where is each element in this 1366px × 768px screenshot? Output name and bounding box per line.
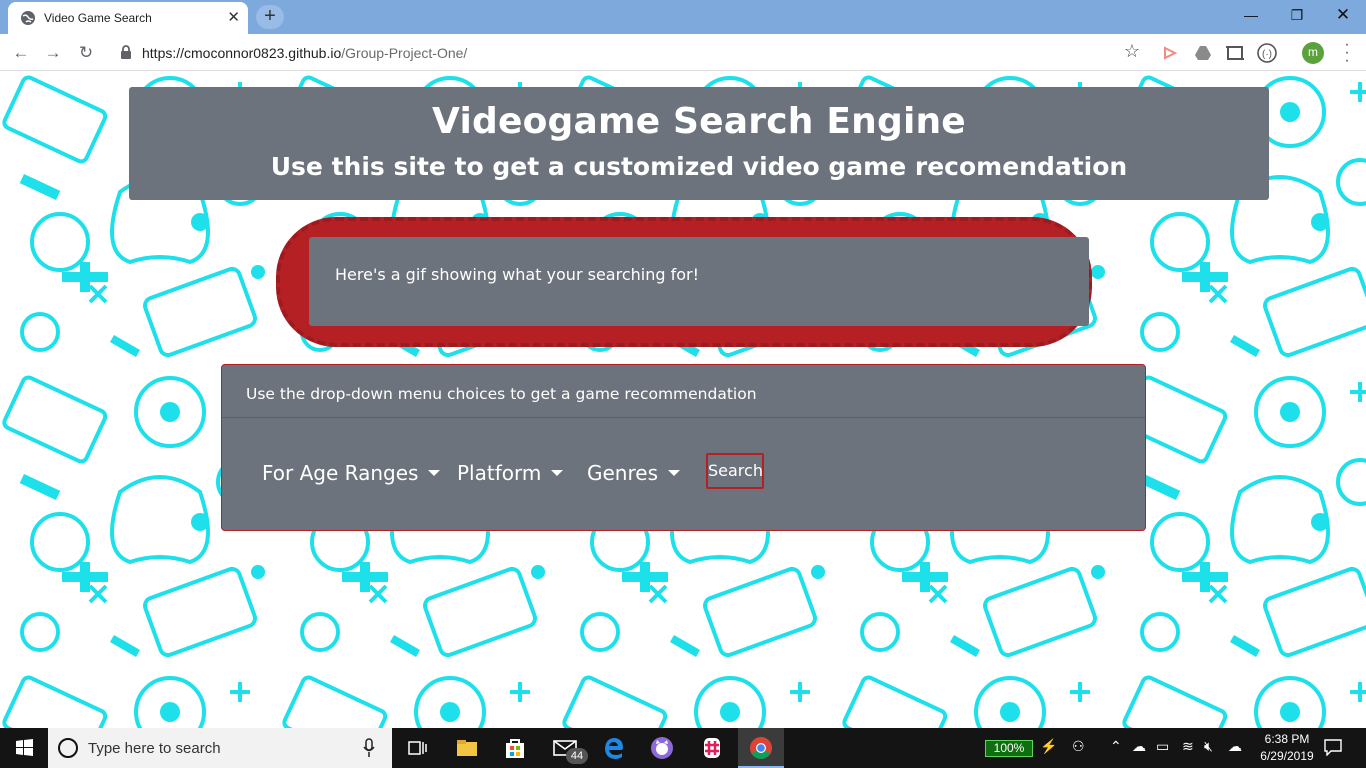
cortana-icon bbox=[58, 738, 78, 758]
lock-icon bbox=[121, 45, 131, 59]
clock[interactable]: 6:38 PM 6/29/2019 bbox=[1254, 731, 1320, 765]
slack-icon[interactable] bbox=[700, 736, 724, 760]
close-window-button[interactable]: ✕ bbox=[1320, 4, 1366, 26]
search-button[interactable]: Search bbox=[706, 453, 764, 489]
microphone-icon[interactable] bbox=[362, 738, 376, 758]
cast-extension-icon[interactable] bbox=[1160, 42, 1182, 64]
gif-panel: Here's a gif showing what your searching… bbox=[309, 237, 1089, 326]
taskbar-chrome-active[interactable] bbox=[738, 728, 784, 768]
clock-date: 6/29/2019 bbox=[1260, 749, 1314, 763]
page-viewport: Videogame Search Engine Use this site to… bbox=[0, 72, 1366, 728]
card-header: Use the drop-down menu choices to get a … bbox=[222, 365, 1145, 418]
url-path: /Group-Project-One/ bbox=[341, 45, 468, 61]
network-icon[interactable]: ▭ bbox=[1156, 738, 1169, 755]
notifications-icon[interactable] bbox=[1323, 738, 1343, 756]
chevron-up-icon[interactable]: ⌃ bbox=[1110, 738, 1122, 755]
age-range-dropdown[interactable]: For Age Ranges bbox=[262, 461, 441, 485]
mail-badge: 44 bbox=[566, 748, 588, 764]
age-range-label: For Age Ranges bbox=[262, 461, 419, 485]
taskbar-search-placeholder: Type here to search bbox=[88, 740, 221, 757]
people-icon[interactable]: ⚇ bbox=[1072, 738, 1085, 755]
task-view-icon[interactable] bbox=[405, 736, 429, 760]
screen: Video Game Search ✕ + — ❐ ✕ ← → ↻ https:… bbox=[0, 0, 1366, 768]
clock-time: 6:38 PM bbox=[1264, 732, 1310, 746]
search-card: Use the drop-down menu choices to get a … bbox=[221, 364, 1146, 531]
platform-dropdown[interactable]: Platform bbox=[457, 461, 564, 485]
windows-taskbar: Type here to search 44 100% ⚡ ⚇ ⌃ ☁ ▭ ≋ … bbox=[0, 728, 1366, 768]
platform-label: Platform bbox=[457, 461, 542, 485]
caret-down-icon bbox=[428, 470, 441, 476]
forward-arrow-icon[interactable]: → bbox=[40, 40, 66, 66]
gif-caption: Here's a gif showing what your searching… bbox=[335, 265, 699, 284]
url-text: https://cmoconnor0823.github.io/Group-Pr… bbox=[142, 45, 467, 61]
screenshot-extension-icon[interactable] bbox=[1224, 42, 1246, 64]
page-title: Videogame Search Engine bbox=[432, 101, 966, 142]
reload-icon[interactable]: ↻ bbox=[73, 40, 99, 66]
caret-down-icon bbox=[551, 470, 564, 476]
globe-icon bbox=[21, 11, 35, 25]
url-host: https://cmoconnor0823.github.io bbox=[142, 45, 342, 61]
drive-extension-icon[interactable] bbox=[1192, 42, 1214, 64]
power-plug-icon[interactable]: ⚡ bbox=[1040, 738, 1057, 755]
browser-toolbar: ← → ↻ https://cmoconnor0823.github.io/Gr… bbox=[0, 34, 1366, 71]
accessibility-extension-icon[interactable]: (·) bbox=[1256, 42, 1278, 64]
minimize-button[interactable]: — bbox=[1228, 4, 1274, 26]
volume-muted-icon[interactable]: 🔇︎ bbox=[1204, 738, 1213, 755]
restore-button[interactable]: ❐ bbox=[1274, 4, 1320, 26]
tab-strip: Video Game Search ✕ + — ❐ ✕ bbox=[0, 0, 1366, 34]
back-arrow-icon[interactable]: ← bbox=[8, 40, 34, 66]
svg-text:(·): (·) bbox=[1262, 49, 1272, 60]
address-bar[interactable]: https://cmoconnor0823.github.io/Group-Pr… bbox=[108, 38, 1148, 67]
caret-down-icon bbox=[668, 470, 680, 476]
browser-tab[interactable]: Video Game Search ✕ bbox=[8, 2, 248, 34]
wifi-icon[interactable]: ≋ bbox=[1182, 738, 1194, 755]
page-subtitle: Use this site to get a customized video … bbox=[270, 152, 1128, 181]
tab-title: Video Game Search bbox=[44, 11, 152, 25]
card-header-text: Use the drop-down menu choices to get a … bbox=[246, 385, 757, 403]
onedrive-icon[interactable]: ☁ bbox=[1132, 738, 1146, 755]
page-header: Videogame Search Engine Use this site to… bbox=[129, 87, 1269, 200]
battery-indicator[interactable]: 100% bbox=[985, 740, 1033, 757]
profile-avatar[interactable]: m bbox=[1302, 42, 1324, 64]
close-tab-icon[interactable]: ✕ bbox=[227, 8, 240, 26]
store-icon[interactable] bbox=[503, 736, 527, 760]
windows-start-icon[interactable] bbox=[0, 728, 48, 768]
github-desktop-icon[interactable] bbox=[650, 736, 674, 760]
bookmark-star-icon[interactable]: ☆ bbox=[1124, 41, 1140, 62]
genres-dropdown[interactable]: Genres bbox=[587, 461, 680, 485]
taskbar-search-box[interactable]: Type here to search bbox=[48, 728, 392, 768]
chrome-icon bbox=[750, 737, 772, 759]
genres-label: Genres bbox=[587, 461, 658, 485]
new-tab-button[interactable]: + bbox=[256, 5, 284, 29]
edge-icon[interactable] bbox=[602, 736, 626, 760]
upload-cloud-icon[interactable]: ☁ bbox=[1228, 738, 1242, 755]
file-explorer-icon[interactable] bbox=[455, 736, 479, 760]
more-menu-icon[interactable]: · · · bbox=[1342, 37, 1352, 69]
